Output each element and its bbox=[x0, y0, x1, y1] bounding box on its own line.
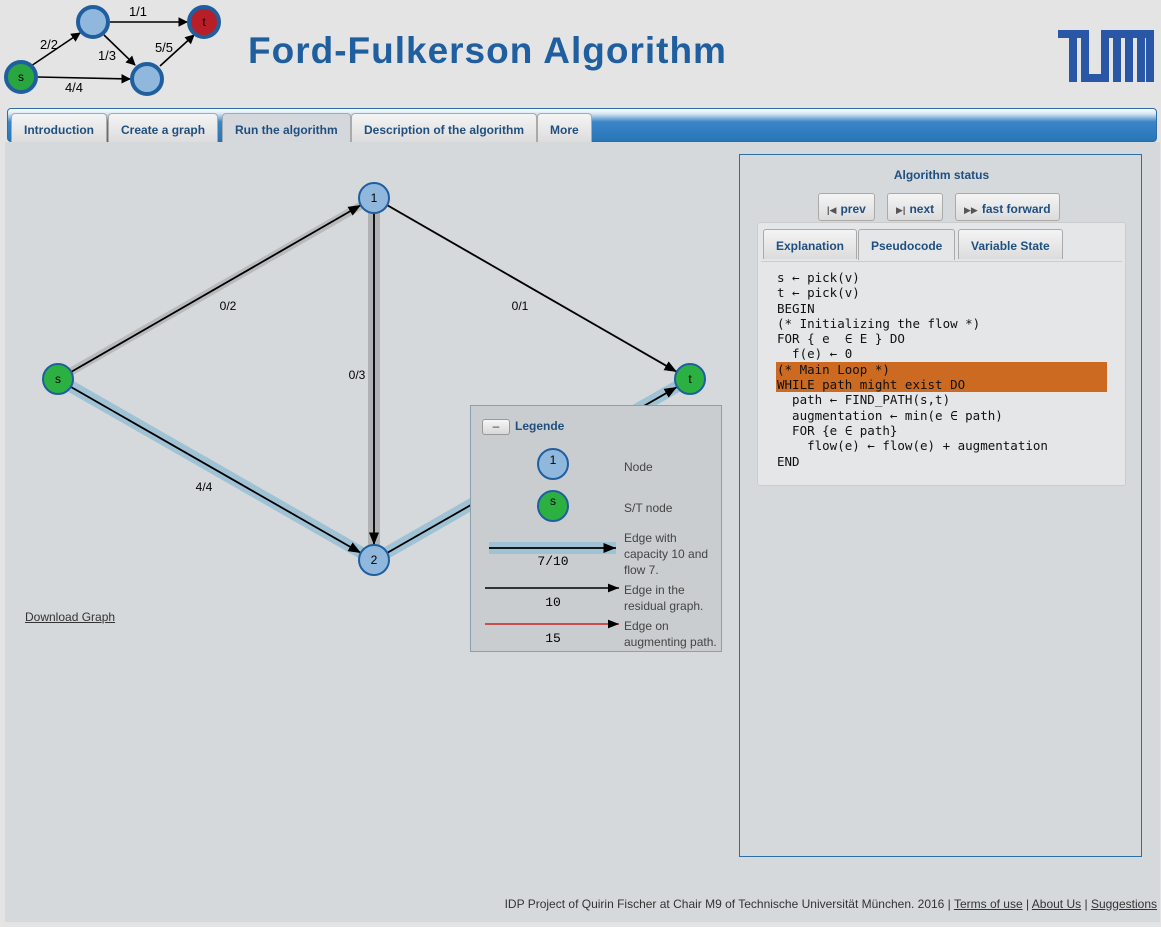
svg-text:2: 2 bbox=[371, 553, 378, 567]
terms-of-use-link[interactable]: Terms of use bbox=[954, 897, 1023, 911]
legend-collapse-button[interactable]: – bbox=[482, 419, 510, 435]
legend-residual-label: Edge in the residual graph. bbox=[624, 583, 704, 613]
tab-description[interactable]: Description of the algorithm bbox=[351, 113, 538, 143]
edge-label-s-2: 4/4 bbox=[196, 480, 213, 494]
footer: IDP Project of Quirin Fischer at Chair M… bbox=[505, 897, 1157, 911]
svg-text:s: s bbox=[55, 372, 61, 386]
header: s t 1/1 2/2 1/3 5/5 4/4 Ford-Fulkerson A… bbox=[0, 0, 1161, 108]
edge-1-t bbox=[386, 204, 678, 373]
prev-button-label: prev bbox=[840, 202, 866, 216]
footer-separator: | bbox=[1084, 897, 1088, 911]
logo-edge-label: 1/3 bbox=[98, 48, 116, 63]
legend-title: Legende bbox=[515, 419, 565, 433]
code-line: FOR {e ∈ path} bbox=[777, 422, 898, 438]
status-title: Algorithm status bbox=[893, 168, 990, 182]
tum-logo[interactable] bbox=[1058, 30, 1154, 82]
legend-residual-value: 10 bbox=[545, 595, 561, 610]
legend-node-label: Node bbox=[624, 460, 653, 474]
legend-capacity-label: Edge with capacity 10 and flow 7. bbox=[624, 531, 709, 577]
edge-s-1 bbox=[70, 204, 362, 373]
graph-node-1[interactable]: 1 bbox=[358, 182, 390, 214]
legend-augmenting-value: 15 bbox=[545, 631, 561, 646]
tab-pseudocode[interactable]: Pseudocode bbox=[858, 229, 956, 260]
code-line: t ← pick(v) bbox=[777, 285, 860, 301]
svg-text:1: 1 bbox=[371, 191, 378, 205]
algorithm-status-panel: Algorithm status |◀ prev ▶| next ▶▶ fast fo… bbox=[739, 154, 1142, 857]
download-graph-link[interactable]: Download Graph bbox=[25, 610, 115, 624]
main-nav-tabs: Introduction Create a graph Run the algo… bbox=[7, 108, 1157, 144]
tab-explanation[interactable]: Explanation bbox=[763, 229, 858, 259]
code-line-highlighted: (* Main Loop *) bbox=[776, 361, 1107, 378]
footer-text: IDP Project of Quirin Fischer at Chair M… bbox=[504, 897, 951, 911]
logo-edge-label: 2/2 bbox=[40, 37, 58, 52]
code-line: END bbox=[777, 453, 800, 469]
logo-edge-label: 5/5 bbox=[155, 40, 173, 55]
prev-button[interactable]: |◀ prev bbox=[818, 193, 875, 221]
fast-forward-button[interactable]: ▶▶ fast forward bbox=[955, 193, 1060, 221]
code-line: augmentation ← min(e ∈ path) bbox=[777, 407, 1003, 423]
tab-introduction[interactable]: Introduction bbox=[11, 113, 107, 143]
next-button[interactable]: ▶| next bbox=[887, 193, 944, 221]
edge-label-s-1: 0/2 bbox=[220, 299, 237, 313]
code-line: path ← FIND_PATH(s,t) bbox=[777, 392, 951, 408]
pseudocode-block: s ← pick(v) t ← pick(v) BEGIN (* Initial… bbox=[761, 261, 1122, 484]
suggestions-link[interactable]: Suggestions bbox=[1091, 897, 1157, 911]
code-line: s ← pick(v) bbox=[777, 270, 860, 285]
app-logo-graph: s t 1/1 2/2 1/3 5/5 4/4 bbox=[4, 4, 221, 96]
fast-forward-icon: ▶▶ bbox=[964, 205, 978, 215]
code-line: (* Initializing the flow *) bbox=[777, 315, 981, 331]
code-line: BEGIN bbox=[777, 300, 815, 316]
legend-panel: 1 s 7/10 10 15 – Legende Node S/T node E… bbox=[470, 405, 722, 652]
status-tabs-panel: Explanation Pseudocode Variable State s … bbox=[757, 222, 1126, 486]
tab-create-graph[interactable]: Create a graph bbox=[108, 113, 219, 143]
code-line: FOR { e ∈ E } DO bbox=[777, 331, 905, 347]
tab-run-algorithm[interactable]: Run the algorithm bbox=[222, 113, 351, 144]
legend-st-node-sample: s bbox=[550, 494, 556, 508]
legend-capacity-value: 7/10 bbox=[537, 554, 568, 569]
code-line: flow(e) ← flow(e) + augmentation bbox=[777, 438, 1048, 454]
legend-augmenting-label: Edge on augmenting path. bbox=[624, 619, 717, 649]
tab-more[interactable]: More bbox=[537, 113, 592, 143]
legend-st-node-label: S/T node bbox=[624, 501, 673, 515]
edge-s-2 bbox=[70, 386, 362, 554]
tab-variable-state[interactable]: Variable State bbox=[958, 229, 1063, 259]
next-button-label: next bbox=[909, 202, 935, 216]
logo-edge-label: 4/4 bbox=[65, 80, 83, 95]
code-line: f(e) ← 0 bbox=[777, 346, 853, 362]
main-panel: 0/2 0/1 0/3 4/4 s 1 2 t Download Graph 1… bbox=[5, 142, 1160, 922]
footer-separator: | bbox=[1025, 897, 1030, 911]
skip-back-icon: |◀ bbox=[827, 205, 837, 215]
logo-source-label: s bbox=[18, 70, 24, 84]
edge-label-1-t: 0/1 bbox=[512, 299, 529, 313]
fast-forward-button-label: fast forward bbox=[981, 202, 1051, 216]
graph-node-t[interactable]: t bbox=[674, 363, 706, 395]
skip-forward-icon: ▶| bbox=[896, 205, 906, 215]
logo-edge-label: 1/1 bbox=[129, 4, 147, 19]
graph-node-s[interactable]: s bbox=[42, 363, 74, 395]
graph-node-2[interactable]: 2 bbox=[358, 544, 390, 576]
code-line-highlighted: WHILE path might exist DO bbox=[776, 377, 1107, 393]
legend-node-sample: 1 bbox=[550, 453, 557, 467]
page-title: Ford-Fulkerson Algorithm bbox=[248, 30, 727, 71]
edge-label-1-2: 0/3 bbox=[349, 368, 366, 382]
about-us-link[interactable]: About Us bbox=[1032, 897, 1081, 911]
